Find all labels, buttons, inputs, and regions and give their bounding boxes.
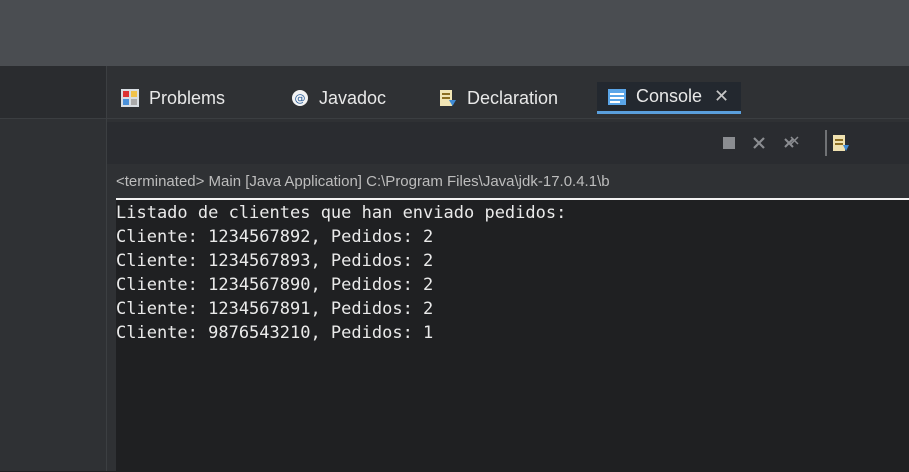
view-menu-icon[interactable] [827,130,855,156]
declaration-icon [438,88,458,108]
tab-problems-label: Problems [149,87,226,108]
problems-icon [120,88,140,108]
tab-javadoc-label: Javadoc [319,87,387,108]
remove-all-icon[interactable] [777,130,805,156]
window-title-bar [0,0,909,66]
console-output[interactable]: Listado de clientes que han enviado pedi… [116,200,909,472]
console-view: Problems @ Javadoc Declaration Console ✕… [107,66,909,472]
tab-console-label: Console [636,86,703,106]
javadoc-icon: @ [290,88,310,108]
console-icon [607,87,627,107]
tab-javadoc[interactable]: @ Javadoc [290,82,386,114]
console-line: Cliente: 1234567893, Pedidos: 2 [116,251,434,271]
console-line: Cliente: 1234567892, Pedidos: 2 [116,227,434,247]
tab-declaration-label: Declaration [467,87,559,108]
terminate-icon[interactable] [715,130,743,156]
remove-icon[interactable] [745,130,773,156]
view-tab-bar: Problems @ Javadoc Declaration Console ✕ [107,66,909,119]
console-line: Cliente: 9876543210, Pedidos: 1 [116,323,434,343]
console-status: <terminated> Main [Java Application] C:\… [116,164,909,200]
tab-problems[interactable]: Problems [120,82,225,114]
tab-declaration[interactable]: Declaration [438,82,558,114]
console-toolbar [107,122,909,164]
console-line: Listado de clientes que han enviado pedi… [116,203,567,223]
svg-text:@: @ [295,92,306,105]
left-panel-header [0,66,106,119]
close-icon[interactable]: ✕ [714,86,729,107]
tab-console[interactable]: Console ✕ [597,82,742,114]
left-panel [0,66,107,471]
console-line: Cliente: 1234567890, Pedidos: 2 [116,275,434,295]
console-line: Cliente: 1234567891, Pedidos: 2 [116,299,434,319]
